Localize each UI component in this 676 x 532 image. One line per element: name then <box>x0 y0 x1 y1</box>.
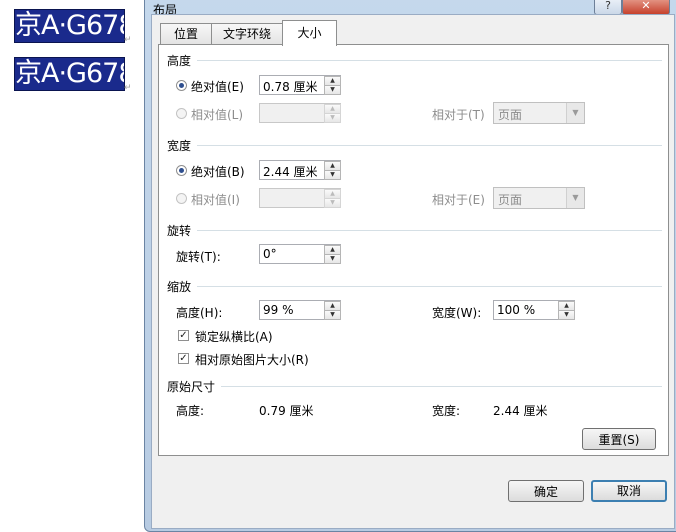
original-width-value: 2.44 厘米 <box>493 404 548 418</box>
original-width-label: 宽度: <box>432 404 461 418</box>
section-divider <box>197 60 662 61</box>
reset-button[interactable]: 重置(S) <box>582 428 656 450</box>
section-divider <box>197 230 662 231</box>
original-size-section-title: 原始尺寸 <box>167 380 216 394</box>
close-button[interactable]: ✕ <box>622 0 670 15</box>
spin-down-icon[interactable]: ▼ <box>558 310 575 320</box>
dialog-body: 位置 文字环绕 大小 高度 绝对值(E) 0.78 厘米 ▲ ▼ 相对值(L) ▲… <box>151 14 675 529</box>
height-absolute-radio[interactable] <box>176 80 187 91</box>
scale-width-input[interactable]: 100 % ▲ ▼ <box>493 300 575 320</box>
scale-height-input[interactable]: 99 % ▲ ▼ <box>259 300 341 320</box>
size-tab-panel: 高度 绝对值(E) 0.78 厘米 ▲ ▼ 相对值(L) ▲ ▼ 相对于(T) 页面… <box>158 44 669 456</box>
height-relative-label: 相对值(L) <box>191 108 244 122</box>
width-relative-radio[interactable] <box>176 193 187 204</box>
height-absolute-label: 绝对值(E) <box>191 80 244 94</box>
tab-size[interactable]: 大小 <box>282 20 337 46</box>
spin-down-icon[interactable]: ▼ <box>324 254 341 264</box>
width-absolute-radio[interactable] <box>176 165 187 176</box>
tab-position[interactable]: 位置 <box>160 23 212 45</box>
relative-original-label: 相对原始图片大小(R) <box>195 353 309 367</box>
scale-height-value: 99 % <box>263 303 294 317</box>
section-divider <box>197 286 662 287</box>
section-divider <box>197 145 662 146</box>
spin-down-icon[interactable]: ▼ <box>324 85 341 95</box>
scale-width-value: 100 % <box>497 303 536 317</box>
relative-original-checkbox[interactable]: ✓ <box>178 353 189 364</box>
height-relative-to-value: 页面 <box>498 108 523 122</box>
scale-height-label: 高度(H): <box>176 306 223 320</box>
width-relative-to-select[interactable]: 页面 ▼ <box>493 187 585 209</box>
width-absolute-input[interactable]: 2.44 厘米 ▲ ▼ <box>259 160 341 180</box>
ok-button[interactable]: 确定 <box>508 480 584 502</box>
rotate-label: 旋转(T): <box>176 250 221 264</box>
spin-down-icon[interactable]: ▼ <box>324 113 341 123</box>
spin-down-icon[interactable]: ▼ <box>324 198 341 208</box>
license-plate-image[interactable]: 京A·G6789 <box>14 57 125 91</box>
height-section-title: 高度 <box>167 54 192 68</box>
layout-dialog: 布局 ? ✕ 位置 文字环绕 大小 高度 绝对值(E) 0.78 厘米 ▲ ▼ 相… <box>144 0 676 532</box>
width-relative-label: 相对值(I) <box>191 193 240 207</box>
original-height-label: 高度: <box>176 404 205 418</box>
width-absolute-value: 2.44 厘米 <box>263 165 318 179</box>
lock-aspect-label: 锁定纵横比(A) <box>195 330 273 344</box>
height-absolute-value: 0.78 厘米 <box>263 80 318 94</box>
scale-width-label: 宽度(W): <box>432 306 482 320</box>
width-relative-to-value: 页面 <box>498 193 523 207</box>
original-height-value: 0.79 厘米 <box>259 404 314 418</box>
license-plate-image[interactable]: 京A·G6789 <box>14 9 125 43</box>
height-relative-input[interactable]: ▲ ▼ <box>259 103 341 123</box>
rotate-value: 0° <box>263 247 277 261</box>
chevron-down-icon[interactable]: ▼ <box>566 103 584 123</box>
section-divider <box>221 386 662 387</box>
scale-section-title: 缩放 <box>167 280 192 294</box>
height-absolute-input[interactable]: 0.78 厘米 ▲ ▼ <box>259 75 341 95</box>
lock-aspect-checkbox[interactable]: ✓ <box>178 330 189 341</box>
height-relative-radio[interactable] <box>176 108 187 119</box>
help-button[interactable]: ? <box>594 0 622 15</box>
width-relative-to-label: 相对于(E) <box>432 193 485 207</box>
width-absolute-label: 绝对值(B) <box>191 165 245 179</box>
tab-text-wrapping[interactable]: 文字环绕 <box>211 23 283 45</box>
paragraph-mark: ↵ <box>124 83 132 93</box>
paragraph-mark: ↵ <box>124 35 132 45</box>
spin-down-icon[interactable]: ▼ <box>324 310 341 320</box>
height-relative-to-label: 相对于(T) <box>432 108 485 122</box>
chevron-down-icon[interactable]: ▼ <box>566 188 584 208</box>
cancel-button[interactable]: 取消 <box>591 480 667 502</box>
height-relative-to-select[interactable]: 页面 ▼ <box>493 102 585 124</box>
document-area: 京A·G6789 ↵ 京A·G6789 ↵ <box>0 0 145 520</box>
spin-down-icon[interactable]: ▼ <box>324 170 341 180</box>
rotate-input[interactable]: 0° ▲ ▼ <box>259 244 341 264</box>
width-section-title: 宽度 <box>167 139 192 153</box>
rotate-section-title: 旋转 <box>167 224 192 238</box>
width-relative-input[interactable]: ▲ ▼ <box>259 188 341 208</box>
